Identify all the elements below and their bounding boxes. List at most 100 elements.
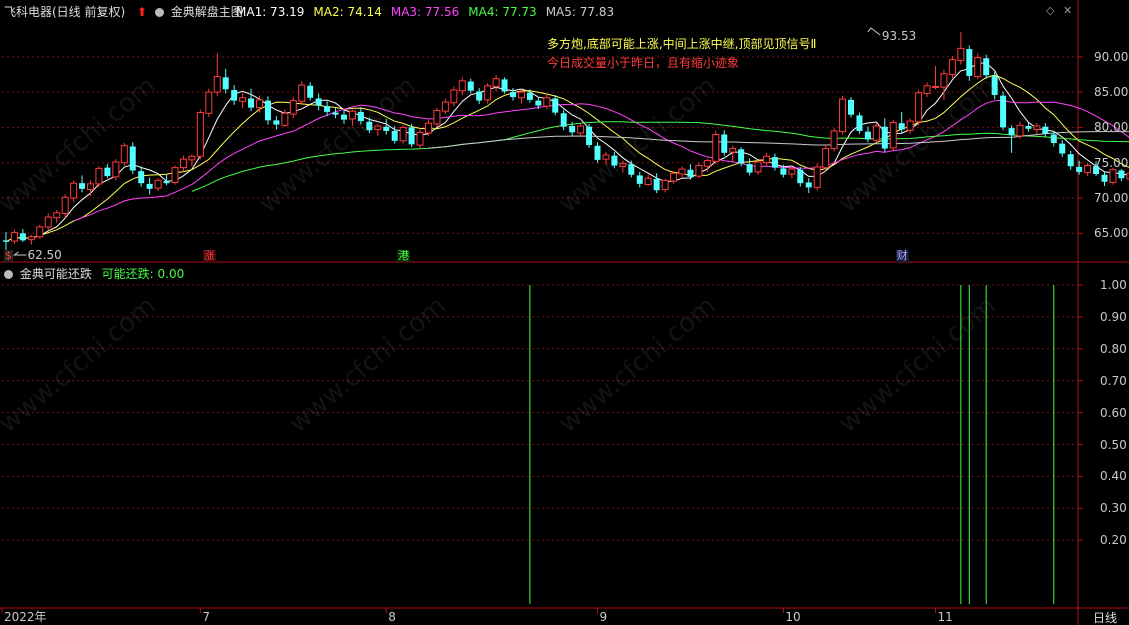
candle-body (797, 169, 804, 184)
candle-body (830, 130, 838, 150)
candle-body (163, 181, 170, 184)
candle-body (780, 168, 787, 175)
sub-y-tick-label: 0.40 (1100, 469, 1127, 484)
ma2-value: MA2: 74.14 (313, 5, 382, 19)
indicator-name[interactable]: 金典解盘主图 (171, 5, 243, 19)
candle-body (1084, 165, 1092, 174)
x-tick-label: 7 (202, 610, 210, 624)
high-label: 93.53 (881, 28, 917, 43)
candle-body (70, 182, 78, 199)
sub-y-tick-label: 0.70 (1100, 373, 1127, 388)
sub-y-tick-label: 0.80 (1100, 341, 1127, 356)
candle-body (391, 130, 398, 141)
candle-body (61, 196, 69, 215)
candle-body (298, 84, 306, 102)
candle-body (687, 169, 694, 177)
candle-body (898, 123, 905, 130)
event-marker-gang[interactable]: 港 (397, 250, 411, 262)
candle-body (1016, 124, 1024, 137)
candle-body (543, 97, 551, 107)
ma4-value: MA4: 77.73 (468, 5, 537, 19)
candle-body (138, 171, 145, 184)
candle-body (948, 59, 956, 75)
candle-body (586, 126, 593, 146)
event-marker-zhang[interactable]: 涨 (202, 250, 216, 262)
sub-y-tick-label: 1.00 (1100, 278, 1127, 292)
candle-body (450, 89, 458, 104)
sub-indicator-menu-icon[interactable] (4, 270, 13, 279)
candle-body (771, 157, 778, 168)
candle-body (805, 182, 812, 188)
candle-body (552, 98, 559, 113)
candle-body (763, 155, 770, 164)
candle-body (205, 91, 213, 114)
x-tick-label: 9 (599, 610, 608, 624)
candle-body (1067, 154, 1074, 167)
period-label[interactable]: 日线 (1093, 611, 1117, 625)
candle-body (678, 168, 686, 175)
marker-dollar[interactable]: $ (4, 250, 13, 262)
ma1-value: MA1: 73.19 (236, 5, 305, 19)
candle-body (721, 134, 728, 153)
x-tick-label: 10 (785, 610, 801, 624)
candle-body (517, 91, 525, 99)
candle-body (923, 85, 931, 95)
sub-series-value: 0.00 (157, 267, 185, 281)
candle-body (416, 131, 424, 146)
candle-body (36, 226, 44, 238)
candle-body (95, 167, 103, 185)
x-tick-label: 11 (937, 610, 953, 624)
candle-body (79, 183, 86, 189)
candle-body (1033, 125, 1041, 131)
indicator-menu-icon[interactable] (154, 8, 164, 17)
candle-body (146, 183, 153, 189)
candle-body (560, 113, 567, 127)
x-tick-label: 8 (388, 610, 396, 624)
candle-body (87, 183, 94, 191)
candle-body (289, 100, 297, 115)
candle-body (510, 92, 516, 98)
candle-body (966, 49, 973, 76)
signal-note-2: 今日成交量小于昨日，且有缩小迹象 (547, 56, 740, 70)
close-icon[interactable]: ✕ (1063, 4, 1072, 17)
candle-body (273, 120, 280, 125)
candle-body (670, 172, 678, 182)
stock-title[interactable]: 飞科电器(日线 前复权) (4, 5, 125, 19)
arrow-up-icon: ⬆ (137, 5, 148, 19)
candle-body (644, 177, 652, 186)
candle-body (1101, 174, 1108, 182)
candle-body (231, 90, 238, 101)
sub-series-label: 可能还跌: (101, 267, 154, 281)
event-marker-cai[interactable]: 财 (895, 250, 909, 262)
ma5-line (428, 131, 1129, 149)
chart-stage: 飞科电器(日线 前复权) ⬆ 金典解盘主图 MA1: 73.19 MA2: 74.… (0, 0, 1129, 625)
candle-body (636, 175, 643, 184)
candle-body (27, 236, 35, 241)
candle-body (754, 161, 762, 173)
candle-body (188, 155, 196, 161)
candle-body (1118, 170, 1125, 179)
ma-values: MA1: 73.19 MA2: 74.14 MA3: 77.56 MA4: 77.73… (236, 5, 623, 19)
candle-body (864, 131, 871, 140)
candle-body (932, 85, 939, 88)
ma3-value: MA3: 77.56 (390, 5, 460, 19)
candle-body (813, 166, 821, 188)
candle-body (213, 76, 221, 93)
candle-body (196, 112, 204, 157)
candle-body (256, 99, 263, 109)
candle-body (915, 92, 923, 123)
sub-y-tick-label: 0.50 (1100, 437, 1127, 452)
candle-body (1059, 143, 1066, 154)
sub-indicator-name[interactable]: 金典可能还跌 (20, 267, 92, 281)
candle-body (746, 164, 753, 173)
candle-body (383, 126, 390, 131)
candle-body (179, 158, 187, 169)
main-header: 飞科电器(日线 前复权) ⬆ 金典解盘主图 (4, 5, 243, 19)
candle-body (822, 148, 830, 169)
candle-body (1042, 126, 1049, 134)
diamond-icon[interactable]: ◇ (1046, 4, 1054, 17)
candle-body (441, 101, 449, 112)
candle-body (44, 216, 52, 228)
candle-body (458, 80, 466, 92)
candle-body (872, 125, 880, 141)
